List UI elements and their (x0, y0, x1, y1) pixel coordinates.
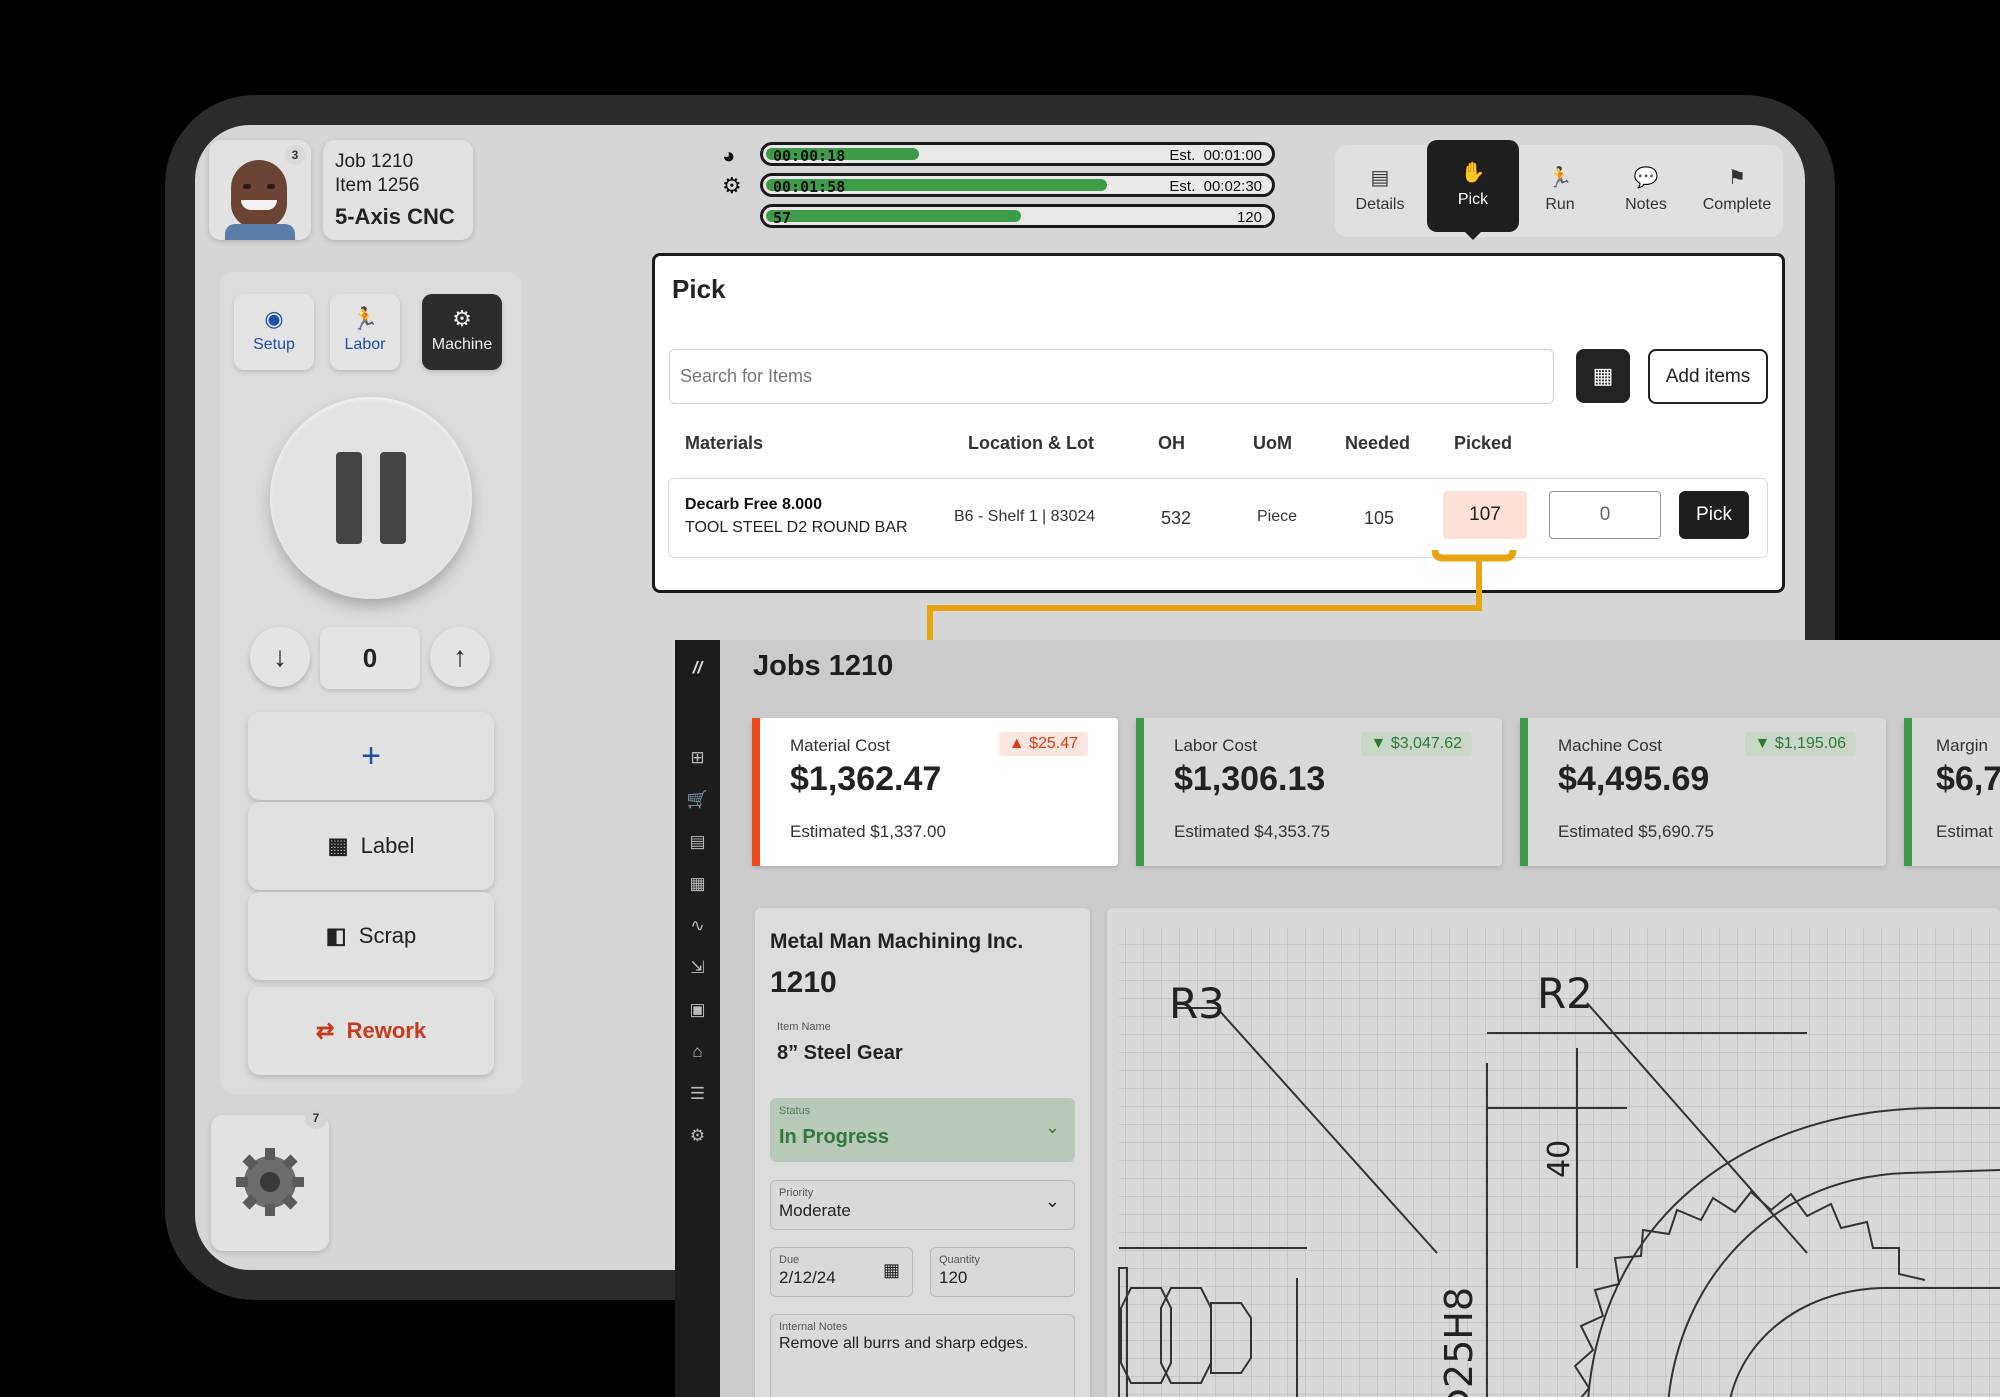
inventory-icon[interactable]: ▤ (675, 832, 720, 852)
job-number: 1210 (770, 966, 837, 999)
jobs-window: // ⊞ 🛒 ▤ ▦ ∿ ⇲ ▣ ⌂ ☰ ⚙ Jobs 1210 Materia… (675, 640, 2000, 1397)
settings-icon[interactable]: ⚙ (675, 1126, 720, 1146)
chevron-down-icon: ⌄ (1044, 1117, 1060, 1137)
svg-text:R2: R2 (1537, 969, 1593, 1018)
quantity-field[interactable]: Quantity 120 (930, 1247, 1075, 1297)
part-badge: 7 (305, 1107, 327, 1129)
svg-text:40: 40 (1542, 1140, 1577, 1178)
chevron-down-icon: ⌄ (1044, 1191, 1060, 1211)
engineering-drawing: R3 R2 40 Φ25H8 (1107, 908, 2000, 1397)
cost-estimated: Estimat (1936, 822, 1993, 841)
connector-arrow (899, 549, 1517, 707)
logo-icon: // (692, 658, 703, 677)
job-details-card: Metal Man Machining Inc. 1210 Item Name … (755, 908, 1090, 1397)
status-select[interactable]: Status In Progress ⌄ (770, 1098, 1075, 1162)
stripe (1136, 718, 1144, 866)
gear-drawing: R3 R2 40 Φ25H8 (1118, 928, 2000, 1397)
rework-button[interactable]: ⇄ Rework (248, 987, 494, 1075)
delivery-icon[interactable]: ⇲ (675, 958, 720, 978)
cost-estimated: Estimated $1,337.00 (790, 822, 946, 841)
svg-text:Φ25H8: Φ25H8 (1437, 1287, 1481, 1397)
list-icon[interactable]: ☰ (675, 1084, 720, 1104)
cost-value: $1,306.13 (1174, 760, 1326, 798)
gear-icon (236, 1148, 304, 1216)
add-button[interactable]: + (248, 712, 494, 800)
stripe (1904, 718, 1912, 866)
item-name: 8” Steel Gear (777, 1042, 903, 1064)
due-date-field[interactable]: Due 2/12/24 ▦ (770, 1247, 913, 1297)
cost-estimated: Estimated $5,690.75 (1558, 822, 1714, 841)
material-cost-card: Material Cost ▲ $25.47 $1,362.47 Estimat… (752, 718, 1118, 866)
calendar-icon[interactable]: ▦ (675, 874, 720, 894)
labor-cost-card: Labor Cost ▼ $3,047.62 $1,306.13 Estimat… (1136, 718, 1502, 866)
stripe (1520, 718, 1528, 866)
label-button[interactable]: ▦ Label (248, 802, 494, 890)
stripe (752, 718, 760, 866)
customer-name: Metal Man Machining Inc. (770, 930, 1024, 953)
dashboard-icon[interactable]: ⊞ (675, 748, 720, 768)
swap-icon: ⇄ (315, 1018, 335, 1043)
delta-badge: ▼ $1,195.06 (1744, 732, 1856, 756)
cost-value: $6,7 (1936, 760, 2000, 798)
org-icon[interactable]: ⌂ (675, 1042, 720, 1062)
calculator-icon[interactable]: ▣ (675, 1000, 720, 1020)
calendar-icon: ▦ (882, 1260, 900, 1280)
cost-estimated: Estimated $4,353.75 (1174, 822, 1330, 841)
delta-badge: ▼ $3,047.62 (1360, 732, 1472, 756)
part-thumbnail[interactable]: 7 (211, 1107, 329, 1251)
margin-card: Margin $6,7 Estimat (1904, 718, 2000, 866)
cost-value: $4,495.69 (1558, 760, 1710, 798)
activity-icon[interactable]: ∿ (675, 916, 720, 936)
qr-icon: ▦ (327, 833, 349, 858)
app-sidebar: // ⊞ 🛒 ▤ ▦ ∿ ⇲ ▣ ⌂ ☰ ⚙ (675, 640, 720, 1397)
delta-badge: ▲ $25.47 (998, 732, 1088, 756)
page-title: Jobs 1210 (753, 650, 894, 682)
internal-notes-field[interactable]: Internal Notes Remove all burrs and shar… (770, 1314, 1075, 1397)
machine-cost-card: Machine Cost ▼ $1,195.06 $4,495.69 Estim… (1520, 718, 1886, 866)
scrap-icon: ◧ (325, 923, 347, 948)
cart-icon[interactable]: 🛒 (675, 790, 720, 810)
svg-text:R3: R3 (1169, 979, 1225, 1028)
cost-value: $1,362.47 (790, 760, 942, 798)
priority-select[interactable]: Priority Moderate ⌄ (770, 1180, 1075, 1230)
scrap-button[interactable]: ◧ Scrap (248, 892, 494, 980)
